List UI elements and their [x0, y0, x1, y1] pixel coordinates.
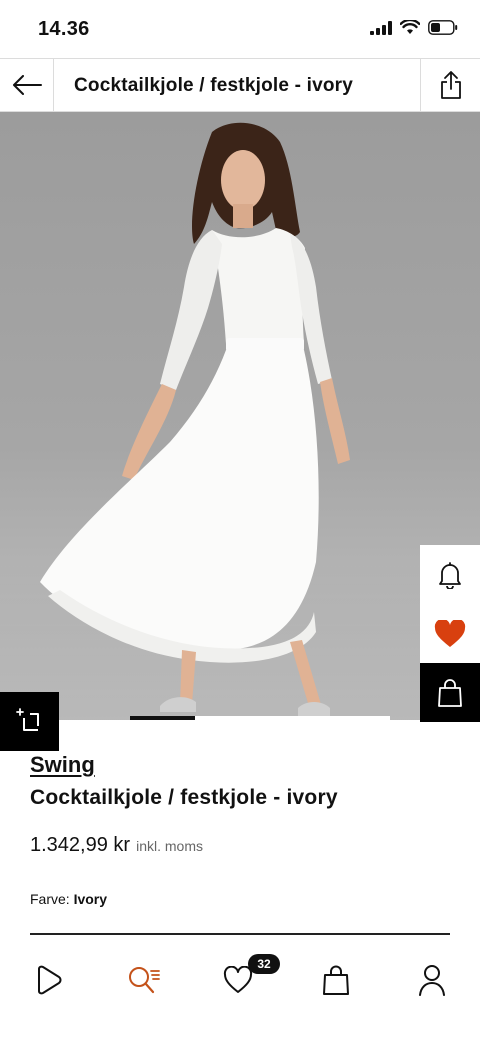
signal-icon	[370, 20, 392, 35]
add-to-bag-button[interactable]	[420, 663, 480, 722]
tab-search[interactable]	[114, 950, 174, 1010]
page-title: Cocktailkjole / festkjole - ivory	[74, 75, 354, 96]
back-button[interactable]	[0, 59, 54, 111]
image-carousel-progress-fill	[130, 716, 195, 720]
bag-outline-icon	[323, 965, 349, 995]
tab-home[interactable]	[18, 950, 78, 1010]
product-image[interactable]	[0, 112, 480, 720]
search-icon	[129, 967, 160, 994]
price: 1.342,99 kr	[30, 834, 131, 856]
share-button[interactable]	[420, 59, 480, 111]
wifi-icon	[400, 20, 420, 34]
tab-bar	[0, 936, 480, 1039]
heart-filled-icon	[434, 619, 466, 647]
notify-button[interactable]	[420, 545, 480, 604]
brand-link[interactable]: Swing	[30, 752, 95, 778]
color-label: Farve:	[30, 891, 70, 907]
favorite-button[interactable]	[420, 604, 480, 663]
nav-bar: Cocktailkjole / festkjole - ivory	[0, 58, 480, 112]
tab-account[interactable]	[402, 950, 462, 1010]
similar-items-button[interactable]	[0, 692, 59, 751]
price-note: inkl. moms	[136, 838, 203, 854]
crop-sparkle-icon	[15, 707, 39, 731]
arrow-left-icon	[12, 75, 42, 95]
status-time: 14.36	[38, 18, 90, 40]
battery-icon	[428, 20, 458, 35]
product-name: Cocktailkjole / festkjole - ivory	[30, 786, 338, 809]
color-value: Ivory	[73, 891, 108, 907]
bag-icon	[438, 678, 462, 707]
share-icon	[440, 71, 461, 99]
status-icons	[370, 20, 458, 35]
bell-icon	[439, 561, 461, 589]
price-row: 1.342,99 kr inkl. moms	[30, 834, 203, 857]
color-row: Farve: Ivory	[30, 891, 107, 907]
play-logo-icon	[38, 965, 62, 995]
wishlist-count-badge: 32	[248, 954, 280, 974]
heart-icon	[223, 966, 253, 993]
side-actions	[420, 545, 480, 722]
image-carousel-progress	[130, 716, 390, 720]
user-icon	[419, 965, 445, 996]
status-bar: 14.36	[0, 0, 480, 58]
dress-model-illustration	[40, 122, 350, 716]
tab-bag[interactable]	[306, 950, 366, 1010]
